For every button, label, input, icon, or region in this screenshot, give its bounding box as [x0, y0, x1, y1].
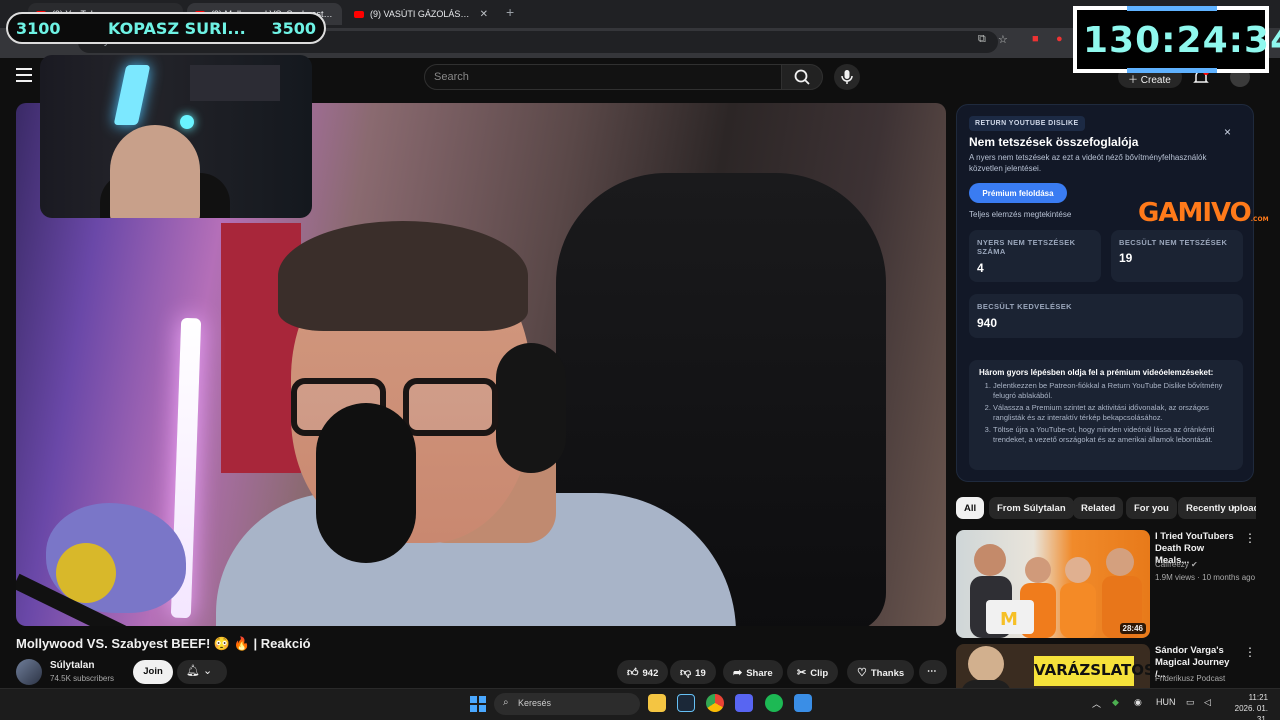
streamer-webcam-overlay: [40, 55, 312, 218]
new-tab-button[interactable]: +: [506, 4, 514, 20]
subscription-bell-button[interactable]: 🔔︎ ⌄: [177, 660, 227, 684]
share-icon: ➦: [733, 667, 743, 679]
close-icon[interactable]: ×: [1224, 125, 1231, 139]
share-button[interactable]: ➦ Share: [723, 660, 783, 684]
channel-name[interactable]: Súlytalan: [50, 660, 94, 671]
bookmark-star-icon[interactable]: ☆: [998, 33, 1008, 46]
chrome-icon[interactable]: [706, 694, 724, 712]
chevron-right-icon[interactable]: ›: [1231, 500, 1235, 514]
premium-unlock-button[interactable]: Prémium feloldása: [969, 183, 1067, 203]
video-title-heading: Mollywood VS. Szabyest BEEF! 😳 🔥 | Reakc…: [16, 636, 311, 651]
browser-tab-vasuti[interactable]: (9) VASÚTI GÁZOLÁSNÁL HELY ✕: [346, 3, 496, 25]
network-icon[interactable]: ▭: [1186, 697, 1195, 708]
discord-icon[interactable]: [735, 694, 753, 712]
stat-raw-dislikes: NYERS NEM TETSZÉSEK SZÁMA 4: [969, 230, 1101, 282]
search-input[interactable]: Search: [424, 64, 782, 90]
stat-estimated-dislikes: BECSÜLT NEM TETSZÉSEK 19: [1111, 230, 1243, 282]
thumbnail-text: VARÁZSLATOS: [1034, 656, 1150, 686]
video-thumbnail[interactable]: M 28:46: [956, 530, 1150, 638]
windows-taskbar: [0, 688, 1280, 720]
extension-icon[interactable]: ■: [1032, 33, 1039, 45]
goal-name: KOPASZ SURI...: [108, 19, 246, 38]
ryd-tag: RETURN YOUTUBE DISLIKE: [969, 116, 1085, 131]
notepad-icon[interactable]: [794, 694, 812, 712]
taskbar-clock[interactable]: 11:21 2026. 01. 31.: [1222, 692, 1268, 720]
more-actions-button[interactable]: ⋯: [919, 660, 947, 684]
goal-right-value: 3500: [271, 19, 316, 38]
chip-recently-uploaded[interactable]: Recently uploaded: [1178, 497, 1256, 519]
install-app-icon[interactable]: ⧉: [978, 33, 986, 46]
file-explorer-icon[interactable]: [648, 694, 666, 712]
subscriber-count: 74.5K subscribers: [50, 674, 115, 683]
chevron-down-icon: ⌄: [203, 665, 213, 677]
return-youtube-dislike-panel: RETURN YOUTUBE DISLIKE × Nem tetszések ö…: [956, 104, 1254, 482]
search-icon: ⌕: [503, 697, 509, 708]
close-tab-icon[interactable]: ✕: [480, 9, 488, 20]
taskbar-search[interactable]: ⌕ Keresés: [494, 693, 640, 715]
goal-left-value: 3100: [16, 19, 61, 38]
chip-for-you[interactable]: For you: [1126, 497, 1177, 519]
ryd-description: A nyers nem tetszések az ezt a videót né…: [969, 153, 1207, 173]
video-channel: Calfreezy ✔: [1155, 560, 1198, 569]
howto-step: Jelentkezzen be Patreon-fiókkal a Return…: [993, 381, 1233, 400]
stat-estimated-likes: BECSÜLT KEDVELÉSEK 940: [969, 294, 1243, 338]
sponsor-logo: GAMIVO.COM: [1138, 198, 1269, 228]
howto-step: Töltse újra a YouTube-ot, hogy minden vi…: [993, 425, 1233, 444]
ryd-title: Nem tetszések összefoglalója: [969, 135, 1139, 149]
video-meta: 1.9M views · 10 months ago: [1155, 573, 1255, 582]
related-filter-chips: All From Súlytalan Related For you Recen…: [956, 497, 1256, 519]
more-options-icon[interactable]: ⋮: [1244, 645, 1256, 659]
hamburger-menu-icon[interactable]: [16, 68, 32, 82]
chip-all[interactable]: All: [956, 497, 985, 519]
extension-icon[interactable]: ●: [1056, 33, 1063, 45]
microphone-icon: [841, 70, 853, 84]
windows-start-icon[interactable]: [470, 696, 486, 712]
clip-button[interactable]: ✂ Clip: [787, 660, 839, 684]
steam-icon[interactable]: [677, 694, 695, 712]
bell-icon: 🔔︎: [186, 665, 200, 677]
premium-howto-box: Három gyors lépésben oldja fel a prémium…: [969, 360, 1243, 470]
scissors-icon: ✂: [797, 667, 807, 679]
video-channel: Friderikusz Podcast: [1155, 674, 1226, 683]
thumbs-down-icon: 👎︎: [680, 667, 692, 679]
thumbs-up-icon: 👍︎: [627, 667, 639, 679]
dislike-button[interactable]: 👎︎ 19: [670, 660, 716, 684]
svg-text:M: M: [1000, 609, 1018, 630]
spotify-icon[interactable]: [765, 694, 783, 712]
video-duration: 28:46: [1119, 623, 1146, 634]
howto-step: Válassza a Premium szintet az aktivitási…: [993, 403, 1233, 422]
timer-value: 130:24:34: [1083, 20, 1280, 61]
tray-app-icon[interactable]: ◆: [1112, 697, 1119, 708]
volume-icon[interactable]: ◁: [1204, 697, 1211, 708]
full-analysis-link[interactable]: Teljes elemzés megtekintése: [969, 210, 1071, 219]
voice-search-button[interactable]: [834, 64, 860, 90]
youtube-favicon-icon: [354, 10, 364, 18]
tray-chevron-up-icon[interactable]: ︿: [1092, 697, 1101, 710]
chip-from-channel[interactable]: From Súlytalan: [989, 497, 1074, 519]
more-options-icon[interactable]: ⋮: [1244, 531, 1256, 545]
verified-icon: ✔: [1191, 560, 1198, 569]
search-button[interactable]: [781, 64, 823, 90]
chip-related[interactable]: Related: [1073, 497, 1124, 519]
search-icon: [794, 69, 810, 85]
channel-avatar[interactable]: [16, 659, 42, 685]
thanks-button[interactable]: ♡ Thanks: [847, 660, 915, 684]
join-button[interactable]: Join: [133, 660, 173, 684]
stream-timer-overlay: 130:24:34: [1073, 6, 1280, 73]
thanks-icon: ♡: [857, 667, 867, 679]
language-indicator[interactable]: HUN: [1156, 697, 1176, 707]
tray-discord-icon[interactable]: ◉: [1134, 697, 1142, 708]
like-button[interactable]: 👍︎ 942: [617, 660, 669, 684]
stream-goal-overlay: 3100 KOPASZ SURI... 3500: [6, 12, 326, 44]
screen: (9) YouTube (9) Mollywood VS. Szabyest B…: [0, 0, 1280, 720]
recommendation-item[interactable]: M 28:46 I Tried YouTubers Death Row Meal…: [956, 530, 1256, 640]
